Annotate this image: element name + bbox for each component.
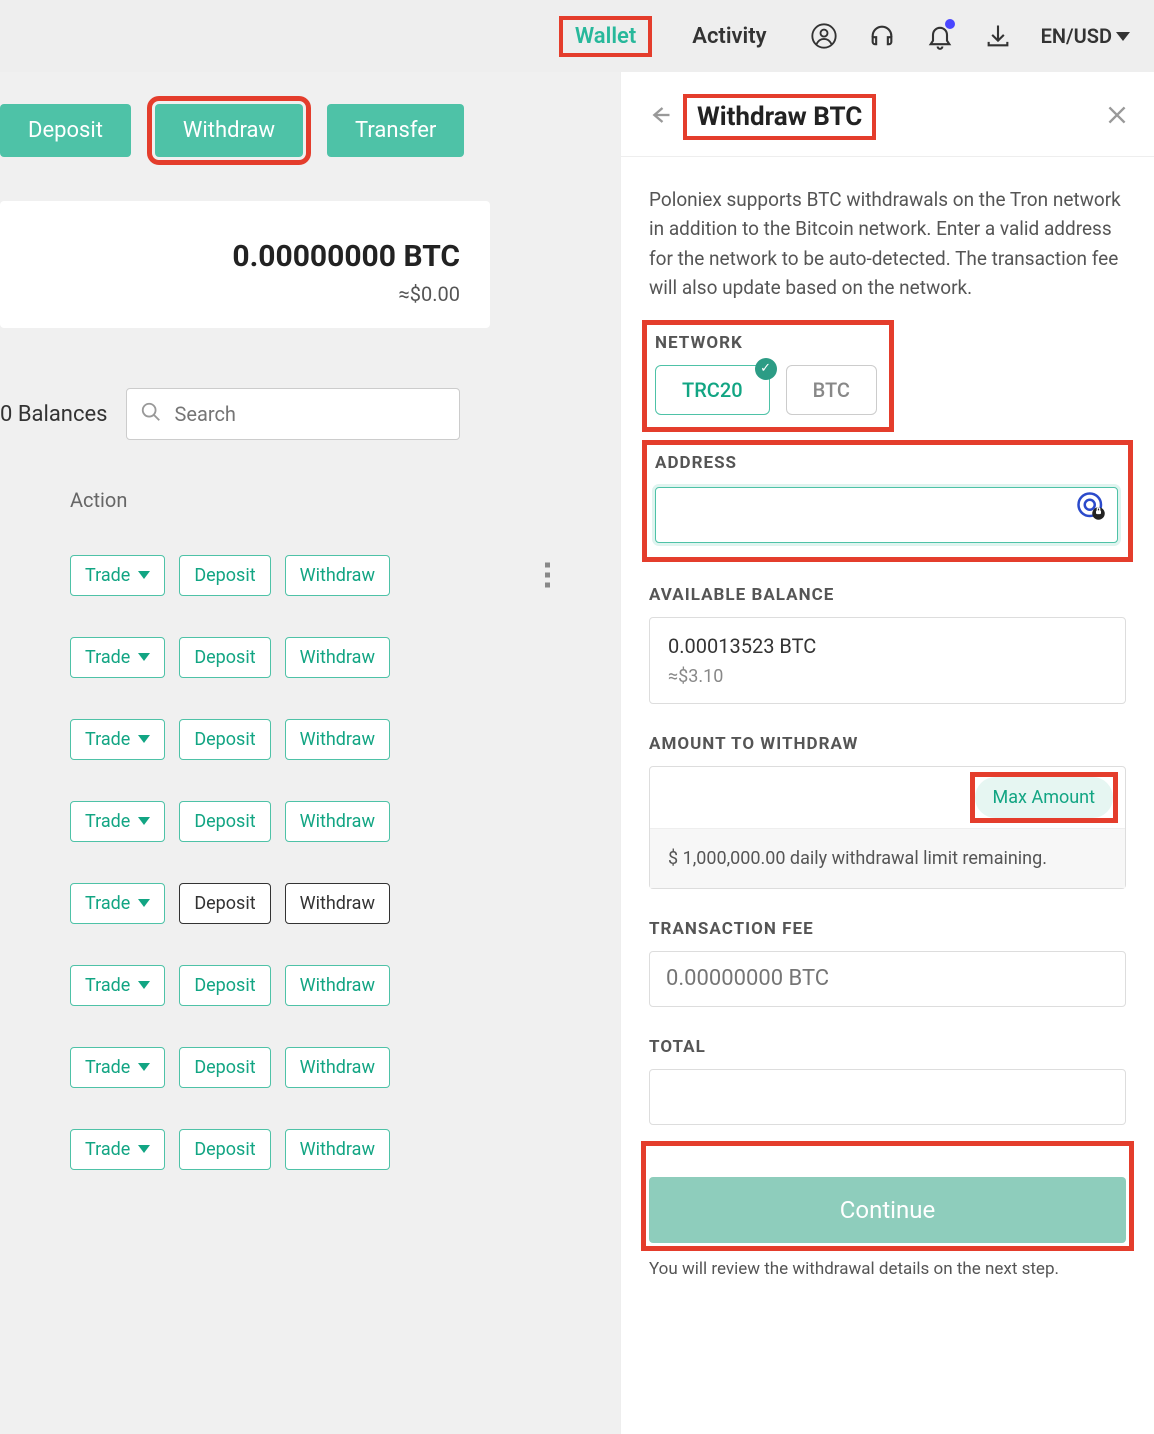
asset-row: Trade Deposit Withdraw: [0, 616, 620, 698]
withdrawal-limit-text: $ 1,000,000.00 daily withdrawal limit re…: [650, 828, 1125, 888]
search-icon: [140, 401, 162, 427]
trade-label: Trade: [85, 1057, 130, 1078]
checkmark-icon: ✓: [755, 358, 777, 380]
available-balance-label: AVAILABLE BALANCE: [649, 585, 1126, 605]
max-amount-button[interactable]: Max Amount: [975, 777, 1113, 818]
chevron-down-icon: [138, 1145, 150, 1153]
total-display: [649, 1069, 1126, 1125]
row-withdraw-button[interactable]: Withdraw: [285, 637, 390, 678]
row-deposit-button[interactable]: Deposit: [179, 1047, 270, 1088]
action-column-header: Action: [70, 488, 620, 512]
trade-dropdown[interactable]: Trade: [70, 719, 165, 760]
row-deposit-button[interactable]: Deposit: [179, 965, 270, 1006]
trade-label: Trade: [85, 729, 130, 750]
asset-row: Trade Deposit Withdraw: [0, 534, 620, 616]
address-label: ADDRESS: [655, 453, 1118, 473]
trade-label: Trade: [85, 1139, 130, 1160]
chevron-down-icon: [138, 899, 150, 907]
total-label: TOTAL: [649, 1037, 1126, 1057]
balance-amount: 0.00000000 BTC: [30, 239, 460, 274]
download-icon[interactable]: [983, 21, 1013, 51]
back-icon[interactable]: [645, 101, 673, 133]
row-withdraw-button[interactable]: Withdraw: [285, 555, 390, 596]
row-deposit-button[interactable]: Deposit: [179, 801, 270, 842]
trade-dropdown[interactable]: Trade: [70, 801, 165, 842]
row-deposit-button[interactable]: Deposit: [179, 883, 270, 924]
trade-dropdown[interactable]: Trade: [70, 555, 165, 596]
chevron-down-icon: [138, 735, 150, 743]
asset-row: Trade Deposit Withdraw: [0, 1026, 620, 1108]
deposit-button[interactable]: Deposit: [0, 104, 131, 157]
next-step-note: You will review the withdrawal details o…: [649, 1259, 1126, 1279]
chevron-down-icon: [138, 1063, 150, 1071]
trade-label: Trade: [85, 975, 130, 996]
asset-row: Trade Deposit Withdraw: [0, 862, 620, 944]
available-balance-fiat: ≈$3.10: [668, 666, 1107, 687]
chevron-down-icon: [138, 653, 150, 661]
row-withdraw-button[interactable]: Withdraw: [285, 719, 390, 760]
tab-wallet[interactable]: Wallet: [561, 18, 650, 55]
available-balance-amount: 0.00013523 BTC: [668, 634, 1107, 658]
amount-input[interactable]: [662, 779, 975, 815]
language-label: EN/USD: [1041, 24, 1112, 48]
tab-activity[interactable]: Activity: [678, 18, 780, 55]
panel-title: Withdraw BTC: [687, 98, 872, 136]
trade-label: Trade: [85, 647, 130, 668]
row-deposit-button[interactable]: Deposit: [179, 719, 270, 760]
row-withdraw-button[interactable]: Withdraw: [285, 883, 390, 924]
withdraw-info-text: Poloniex supports BTC withdrawals on the…: [649, 185, 1126, 303]
row-withdraw-button[interactable]: Withdraw: [285, 1047, 390, 1088]
address-book-icon[interactable]: [1076, 491, 1106, 525]
row-deposit-button[interactable]: Deposit: [179, 555, 270, 596]
row-withdraw-button[interactable]: Withdraw: [285, 965, 390, 1006]
network-label: NETWORK: [655, 333, 877, 353]
transfer-button[interactable]: Transfer: [327, 104, 464, 157]
trade-label: Trade: [85, 893, 130, 914]
row-withdraw-button[interactable]: Withdraw: [285, 801, 390, 842]
asset-row: Trade Deposit Withdraw: [0, 1108, 620, 1190]
wallet-content: Deposit Withdraw Transfer 0.00000000 BTC…: [0, 72, 620, 1434]
balances-count-label: 0 Balances: [0, 402, 108, 427]
chevron-down-icon: [138, 981, 150, 989]
trade-label: Trade: [85, 565, 130, 586]
trade-dropdown[interactable]: Trade: [70, 1047, 165, 1088]
chevron-down-icon: [138, 817, 150, 825]
withdraw-button[interactable]: Withdraw: [155, 104, 303, 157]
bell-icon[interactable]: [925, 21, 955, 51]
asset-row: Trade Deposit Withdraw: [0, 944, 620, 1026]
chevron-down-icon: [138, 571, 150, 579]
language-currency-selector[interactable]: EN/USD: [1041, 24, 1130, 48]
available-balance-box: 0.00013523 BTC ≈$3.10: [649, 617, 1126, 704]
address-input[interactable]: [655, 487, 1118, 543]
balance-fiat: ≈$0.00: [30, 282, 460, 306]
notification-dot-icon: [945, 19, 955, 29]
search-input[interactable]: [126, 388, 461, 440]
headset-icon[interactable]: [867, 21, 897, 51]
network-option-trc20[interactable]: TRC20 ✓: [655, 365, 770, 415]
withdraw-panel: Withdraw BTC Poloniex supports BTC withd…: [620, 72, 1154, 1434]
row-deposit-button[interactable]: Deposit: [179, 1129, 270, 1170]
amount-label: AMOUNT TO WITHDRAW: [649, 734, 1126, 754]
trade-dropdown[interactable]: Trade: [70, 637, 165, 678]
trade-dropdown[interactable]: Trade: [70, 883, 165, 924]
asset-row: Trade Deposit Withdraw: [0, 780, 620, 862]
balance-card: 0.00000000 BTC ≈$0.00: [0, 201, 490, 328]
transaction-fee-display: [649, 951, 1126, 1007]
network-option-label: TRC20: [682, 378, 743, 402]
row-deposit-button[interactable]: Deposit: [179, 637, 270, 678]
network-option-btc[interactable]: BTC: [786, 365, 877, 415]
transaction-fee-label: TRANSACTION FEE: [649, 919, 1126, 939]
chevron-down-icon: [1116, 32, 1130, 41]
asset-row: Trade Deposit Withdraw: [0, 698, 620, 780]
account-icon[interactable]: [809, 21, 839, 51]
close-icon[interactable]: [1104, 102, 1130, 132]
row-withdraw-button[interactable]: Withdraw: [285, 1129, 390, 1170]
trade-dropdown[interactable]: Trade: [70, 1129, 165, 1170]
continue-button[interactable]: Continue: [649, 1177, 1126, 1243]
trade-dropdown[interactable]: Trade: [70, 965, 165, 1006]
app-header: Wallet Activity EN/USD: [0, 0, 1154, 72]
trade-label: Trade: [85, 811, 130, 832]
kebab-icon[interactable]: [545, 563, 550, 588]
